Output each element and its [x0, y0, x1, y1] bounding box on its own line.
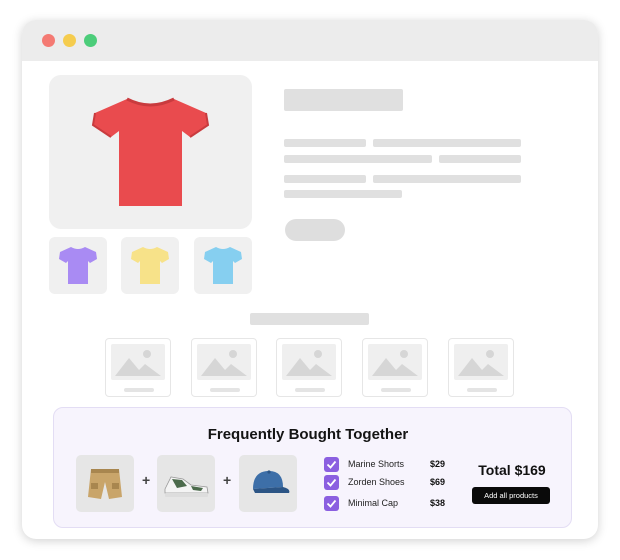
image-placeholder-icon	[282, 344, 336, 380]
color-variant-yellow[interactable]	[121, 237, 179, 294]
checkbox-checked[interactable]	[324, 496, 339, 511]
related-product-card[interactable]	[448, 338, 514, 397]
image-placeholder-icon	[454, 344, 508, 380]
description-placeholder	[284, 175, 366, 183]
product-shorts[interactable]	[76, 455, 134, 512]
image-placeholder-icon	[111, 344, 165, 380]
fbt-item-zorden-shoes[interactable]: Zorden Shoes $69	[324, 475, 454, 491]
main-product-image	[49, 75, 252, 229]
item-name: Zorden Shoes	[348, 477, 405, 487]
item-price: $38	[430, 498, 446, 508]
caption-placeholder	[295, 388, 325, 392]
checkmark-icon	[326, 499, 337, 508]
checkmark-icon	[326, 478, 337, 487]
description-placeholder	[284, 190, 402, 198]
caption-placeholder	[381, 388, 411, 392]
item-price: $69	[430, 477, 446, 487]
checkbox-checked[interactable]	[324, 475, 339, 490]
fbt-title: Frequently Bought Together	[207, 426, 409, 443]
item-name: Marine Shorts	[348, 459, 405, 469]
description-placeholder	[373, 139, 521, 147]
yellow-tshirt-icon	[131, 247, 169, 284]
add-to-cart-button-placeholder[interactable]	[285, 219, 345, 241]
caption-placeholder	[210, 388, 240, 392]
related-product-card[interactable]	[276, 338, 342, 397]
product-shoes[interactable]	[157, 455, 215, 512]
plus-sign: +	[142, 472, 151, 488]
description-placeholder	[373, 175, 521, 183]
fbt-item-minimal-cap[interactable]: Minimal Cap $38	[324, 496, 454, 512]
image-placeholder-icon	[197, 344, 251, 380]
minimize-window-button[interactable]	[63, 34, 76, 47]
product-title-placeholder	[284, 89, 403, 111]
color-variant-blue[interactable]	[194, 237, 252, 294]
sneaker-icon	[164, 476, 209, 497]
color-variant-purple[interactable]	[49, 237, 107, 294]
product-cap[interactable]	[239, 455, 297, 512]
title-bar	[22, 20, 598, 61]
description-placeholder	[439, 155, 521, 163]
checkbox-checked[interactable]	[324, 457, 339, 472]
item-name: Minimal Cap	[348, 498, 399, 508]
description-placeholder	[284, 139, 366, 147]
related-product-card[interactable]	[105, 338, 171, 397]
blue-tshirt-icon	[204, 247, 242, 284]
item-price: $29	[430, 459, 446, 469]
description-placeholder	[284, 155, 432, 163]
plus-sign: +	[223, 472, 232, 488]
frequently-bought-together-panel: Frequently Bought Together + + Marine Sh…	[53, 407, 572, 528]
image-placeholder-icon	[368, 344, 422, 380]
red-tshirt-icon	[91, 97, 210, 206]
close-window-button[interactable]	[42, 34, 55, 47]
related-product-card[interactable]	[362, 338, 428, 397]
fbt-item-marine-shorts[interactable]: Marine Shorts $29	[324, 457, 454, 473]
browser-window: Frequently Bought Together + + Marine Sh…	[22, 20, 598, 539]
checkmark-icon	[326, 460, 337, 469]
related-product-card[interactable]	[191, 338, 257, 397]
caption-placeholder	[467, 388, 497, 392]
cap-icon	[253, 470, 290, 493]
total-price: Total $169	[478, 462, 546, 478]
caption-placeholder	[124, 388, 154, 392]
purple-tshirt-icon	[59, 247, 97, 284]
add-all-products-button[interactable]: Add all products	[472, 487, 550, 504]
maximize-window-button[interactable]	[84, 34, 97, 47]
section-heading-placeholder	[250, 313, 369, 325]
shorts-icon	[88, 469, 122, 499]
